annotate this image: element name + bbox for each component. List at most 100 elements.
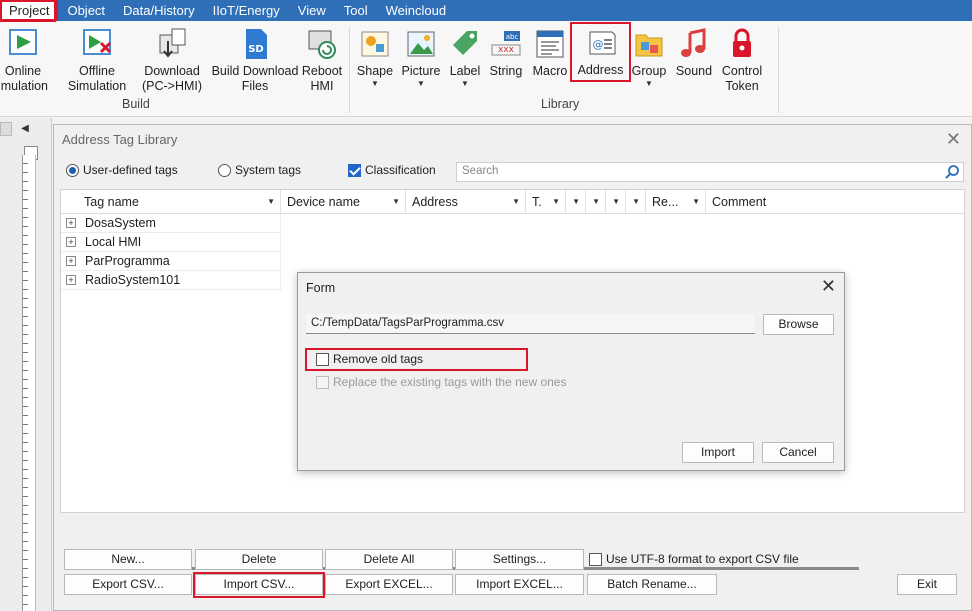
svg-text:xxx: xxx xyxy=(498,45,515,55)
chevron-down-icon[interactable]: ▼ xyxy=(572,190,580,214)
radio-system-tags[interactable]: System tags xyxy=(218,163,301,177)
music-note-icon xyxy=(678,27,710,61)
macro-label: Macro xyxy=(532,64,568,78)
utf8-check-icon[interactable] xyxy=(589,552,602,566)
settings-button[interactable]: Settings... xyxy=(455,549,584,570)
form-close-icon[interactable]: ✕ xyxy=(821,276,836,297)
new-button[interactable]: New... xyxy=(64,549,192,570)
radio-user-defined[interactable]: User-defined tags xyxy=(66,163,178,177)
picture-label: Picture xyxy=(401,64,441,78)
import-excel-button[interactable]: Import EXCEL... xyxy=(455,574,584,595)
tree-row[interactable]: + DosaSystem xyxy=(61,214,281,233)
tree-row[interactable]: + Local HMI xyxy=(61,233,281,252)
reboot-label-2: HMI xyxy=(310,79,334,93)
download-label-2: (PC->HMI) xyxy=(141,79,203,93)
column-address[interactable]: Address ▼ xyxy=(406,190,526,214)
picture-dropdown-icon: ▼ xyxy=(417,79,425,88)
classification-label: Classification xyxy=(365,163,436,177)
classification-checkbox[interactable]: Classification xyxy=(348,163,436,177)
tree-row[interactable]: + RadioSystem101 xyxy=(61,271,281,290)
string-button[interactable]: abc xxx String xyxy=(486,25,526,97)
expand-icon[interactable]: + xyxy=(66,237,76,247)
search-input[interactable]: Search xyxy=(456,162,964,182)
column-device-name-label: Device name xyxy=(287,195,360,209)
tree-label: ParProgramma xyxy=(85,254,170,268)
chevron-down-icon[interactable]: ▼ xyxy=(392,190,400,214)
label-tag-icon xyxy=(449,27,481,61)
svg-text:@: @ xyxy=(592,38,603,51)
batch-rename-button[interactable]: Batch Rename... xyxy=(587,574,717,595)
group-label: Group xyxy=(631,64,667,78)
chevron-down-icon[interactable]: ▼ xyxy=(552,190,560,214)
tree-row[interactable]: + ParProgramma xyxy=(61,252,281,271)
remove-old-tags-checkbox[interactable]: Remove old tags xyxy=(316,352,423,366)
column-6[interactable]: ▼ xyxy=(606,190,626,214)
address-button[interactable]: @ Address xyxy=(570,22,631,82)
classification-check-icon[interactable] xyxy=(348,163,361,177)
expand-icon[interactable]: + xyxy=(66,218,76,228)
delete-all-button[interactable]: Delete All xyxy=(325,549,453,570)
chevron-down-icon[interactable]: ▼ xyxy=(612,190,620,214)
label-button[interactable]: Label ▼ xyxy=(446,25,484,97)
dialog-close-icon[interactable]: ✕ xyxy=(946,129,961,150)
address-icon: @ xyxy=(585,26,617,60)
cancel-button[interactable]: Cancel xyxy=(762,442,834,463)
collapse-left-icon[interactable]: ◀ xyxy=(18,122,32,136)
utf8-checkbox[interactable]: Use UTF-8 format to export CSV file xyxy=(589,552,799,566)
browse-button[interactable]: Browse xyxy=(763,314,834,335)
menu-iiot-energy[interactable]: IIoT/Energy xyxy=(204,0,289,21)
radio-system-icon[interactable] xyxy=(218,163,231,177)
svg-text:SD: SD xyxy=(248,44,264,55)
reboot-hmi-button[interactable]: Reboot HMI xyxy=(300,25,344,97)
sound-button[interactable]: Sound xyxy=(674,25,714,97)
label-label: Label xyxy=(449,64,481,78)
macro-button[interactable]: Macro xyxy=(530,25,570,97)
panel-tab[interactable] xyxy=(0,122,12,136)
column-4[interactable]: ▼ xyxy=(566,190,586,214)
online-simulation-button[interactable]: Online imulation xyxy=(0,25,52,97)
delete-button[interactable]: Delete xyxy=(195,549,323,570)
column-type[interactable]: T. ▼ xyxy=(526,190,566,214)
export-excel-button[interactable]: Export EXCEL... xyxy=(325,574,453,595)
picture-button[interactable]: Picture ▼ xyxy=(400,25,442,97)
menu-object[interactable]: Object xyxy=(58,0,114,21)
menu-tool[interactable]: Tool xyxy=(335,0,377,21)
menu-data-history[interactable]: Data/History xyxy=(114,0,204,21)
chevron-down-icon[interactable]: ▼ xyxy=(592,190,600,214)
chevron-down-icon[interactable]: ▼ xyxy=(632,190,640,214)
column-5[interactable]: ▼ xyxy=(586,190,606,214)
column-7[interactable]: ▼ xyxy=(626,190,646,214)
column-tag-name[interactable]: Tag name ▼ xyxy=(61,190,281,214)
chevron-down-icon[interactable]: ▼ xyxy=(512,190,520,214)
radio-user-defined-icon[interactable] xyxy=(66,163,79,177)
offline-simulation-label-2: Simulation xyxy=(67,79,127,93)
chevron-down-icon[interactable]: ▼ xyxy=(267,190,275,214)
search-icon[interactable] xyxy=(944,164,960,180)
expand-icon[interactable]: + xyxy=(66,256,76,266)
build-download-files-button[interactable]: SD Build Download Files xyxy=(211,25,299,97)
build-group-label: Build xyxy=(122,97,150,111)
remove-old-check-icon[interactable] xyxy=(316,352,329,366)
expand-icon[interactable]: + xyxy=(66,275,76,285)
offline-simulation-button[interactable]: Offline Simulation xyxy=(66,25,128,97)
replace-tags-checkbox[interactable]: Replace the existing tags with the new o… xyxy=(316,375,566,389)
column-comment[interactable]: Comment xyxy=(706,190,964,214)
group-button[interactable]: Group ▼ xyxy=(630,25,668,97)
import-button[interactable]: Import xyxy=(682,442,754,463)
build-download-label-1: Build Download xyxy=(211,64,299,78)
vertical-ruler xyxy=(22,155,36,611)
control-token-button[interactable]: Control Token xyxy=(718,25,766,97)
replace-check-icon[interactable] xyxy=(316,375,329,389)
file-path-field[interactable]: C:/TempData/TagsParProgramma.csv xyxy=(306,314,755,334)
replace-label: Replace the existing tags with the new o… xyxy=(333,375,567,389)
column-device-name[interactable]: Device name ▼ xyxy=(281,190,406,214)
shape-button[interactable]: Shape ▼ xyxy=(355,25,395,97)
menu-view[interactable]: View xyxy=(289,0,335,21)
export-csv-button[interactable]: Export CSV... xyxy=(64,574,192,595)
exit-button[interactable]: Exit xyxy=(897,574,957,595)
column-remark[interactable]: Re... ▼ xyxy=(646,190,706,214)
chevron-down-icon[interactable]: ▼ xyxy=(692,190,700,214)
menu-weincloud[interactable]: Weincloud xyxy=(377,0,455,21)
download-button[interactable]: Download (PC->HMI) xyxy=(140,25,204,97)
column-tag-name-label: Tag name xyxy=(84,195,139,209)
